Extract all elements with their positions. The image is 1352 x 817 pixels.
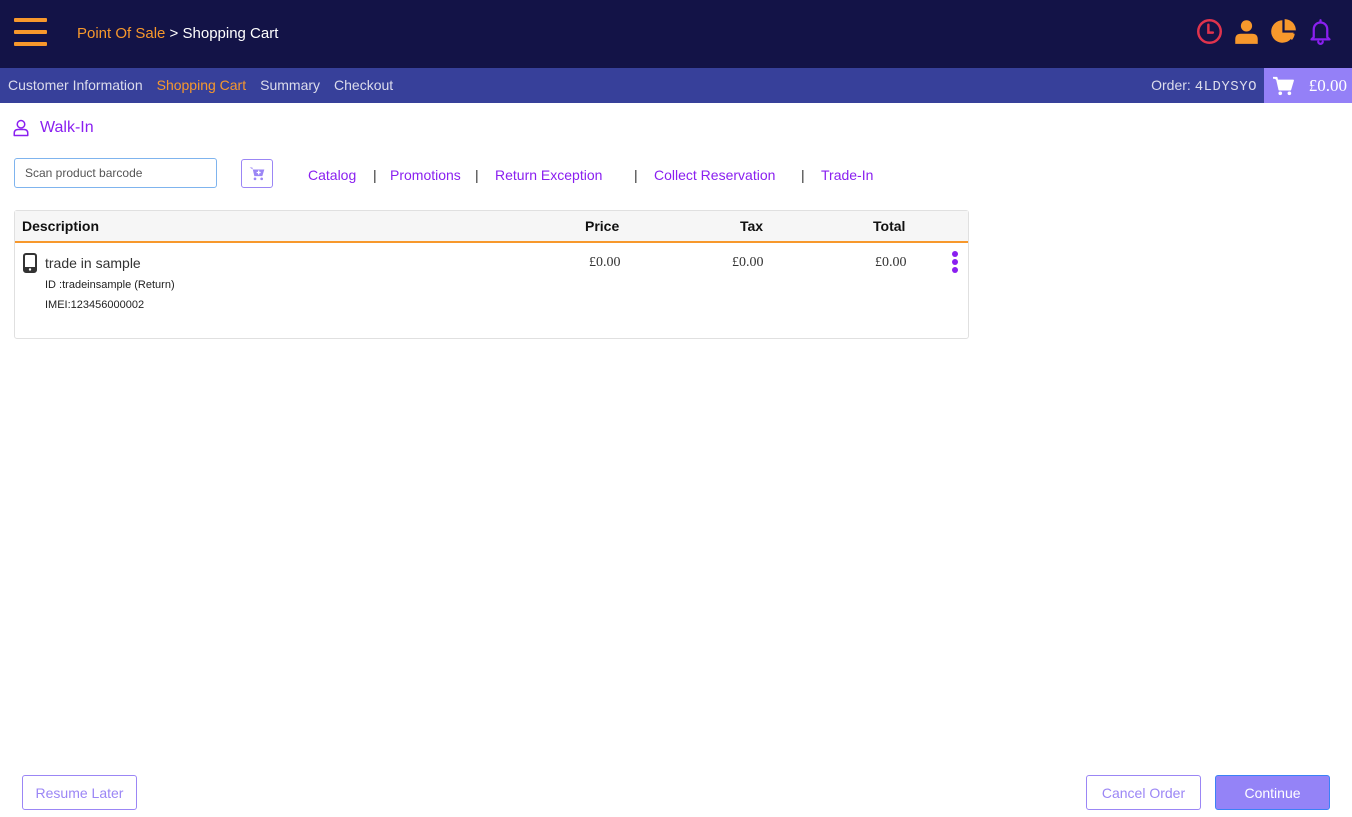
- more-options-icon[interactable]: [950, 251, 960, 275]
- column-header-description: Description: [22, 218, 100, 234]
- item-tax: £0.00: [732, 255, 764, 270]
- item-name: trade in sample: [45, 255, 141, 271]
- step-nav: Customer Information Shopping Cart Summa…: [8, 77, 393, 93]
- link-separator: |: [634, 167, 638, 183]
- add-to-cart-button[interactable]: [241, 159, 273, 188]
- bell-icon[interactable]: [1307, 18, 1334, 45]
- table-header: Description Price Tax Total: [15, 211, 968, 243]
- step-summary[interactable]: Summary: [260, 77, 320, 93]
- cart-icon: [1273, 76, 1294, 95]
- breadcrumb: Point Of Sale > Shopping Cart: [77, 25, 278, 42]
- item-id: ID :tradeinsample (Return): [45, 279, 175, 291]
- hamburger-menu-icon[interactable]: [14, 18, 47, 46]
- link-catalog[interactable]: Catalog: [308, 167, 356, 183]
- column-header-price: Price: [585, 218, 620, 234]
- clock-icon[interactable]: [1196, 18, 1223, 45]
- column-header-total: Total: [873, 218, 906, 234]
- link-separator: |: [373, 167, 377, 183]
- cart-plus-icon: [249, 167, 265, 181]
- table-row[interactable]: trade in sample ID :tradeinsample (Retur…: [15, 243, 968, 338]
- column-header-tax: Tax: [740, 218, 764, 234]
- cancel-order-button[interactable]: Cancel Order: [1086, 775, 1201, 810]
- top-bar: Point Of Sale > Shopping Cart: [0, 0, 1352, 68]
- barcode-search-input[interactable]: [14, 158, 217, 188]
- order-code: 4LDYSYO: [1194, 79, 1257, 95]
- breadcrumb-separator: >: [165, 25, 183, 42]
- link-separator: |: [801, 167, 805, 183]
- mobile-phone-icon: [23, 253, 37, 273]
- breadcrumb-point-of-sale[interactable]: Point Of Sale: [77, 25, 165, 42]
- customer-user-icon: [13, 119, 29, 137]
- order-number: Order: 4LDYSYO: [1151, 77, 1257, 95]
- item-price: £0.00: [589, 255, 621, 270]
- header-icons: [1196, 18, 1334, 45]
- cart-table: Description Price Tax Total trade in sam…: [14, 210, 969, 339]
- cart-total-amount: £0.00: [1308, 75, 1347, 95]
- order-label: Order:: [1151, 77, 1191, 93]
- link-collect-reservation[interactable]: Collect Reservation: [654, 167, 775, 183]
- step-shopping-cart[interactable]: Shopping Cart: [157, 77, 247, 93]
- customer-selector[interactable]: Walk-In: [12, 119, 94, 137]
- item-imei: IMEI:123456000002: [45, 299, 145, 311]
- link-separator: |: [475, 167, 479, 183]
- user-icon[interactable]: [1233, 18, 1260, 45]
- step-customer-information[interactable]: Customer Information: [8, 77, 143, 93]
- pie-chart-icon[interactable]: [1270, 18, 1297, 45]
- link-trade-in[interactable]: Trade-In: [821, 167, 873, 183]
- step-bar: Customer Information Shopping Cart Summa…: [0, 68, 1352, 103]
- cart-total-button[interactable]: £0.00: [1264, 68, 1352, 103]
- customer-name: Walk-In: [40, 119, 94, 136]
- step-checkout[interactable]: Checkout: [334, 77, 393, 93]
- link-return-exception[interactable]: Return Exception: [495, 167, 602, 183]
- breadcrumb-current: Shopping Cart: [182, 25, 279, 42]
- resume-later-button[interactable]: Resume Later: [22, 775, 137, 810]
- continue-button[interactable]: Continue: [1215, 775, 1330, 810]
- link-promotions[interactable]: Promotions: [390, 167, 461, 183]
- item-total: £0.00: [875, 255, 907, 270]
